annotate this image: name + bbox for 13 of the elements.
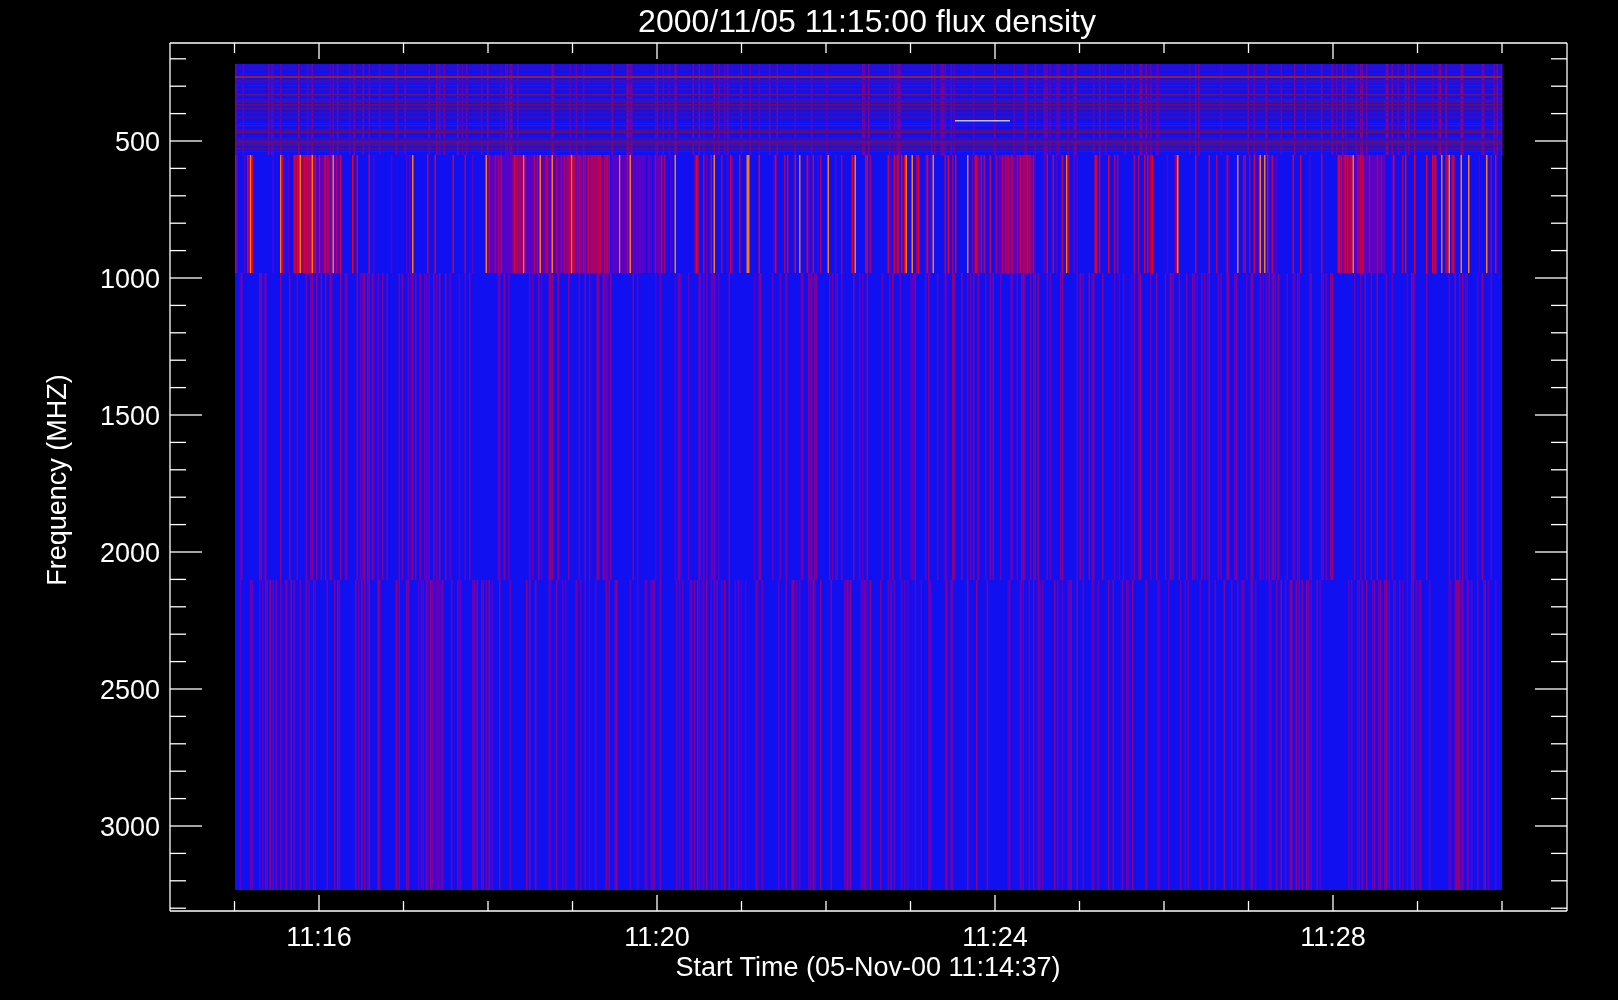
- axis-tick-label: 1500: [99, 401, 160, 431]
- axis-tick-label: 1000: [99, 264, 160, 294]
- axis-title: Start Time (05-Nov-00 11:14:37): [675, 952, 1061, 982]
- axis-tick-label: 11:24: [962, 922, 1028, 952]
- axis-title: Frequency (MHZ): [42, 374, 72, 586]
- axis-tick-label: 11:28: [1300, 922, 1366, 952]
- axis-tick-label: 2000: [99, 538, 160, 568]
- axis-tick-label: 2500: [99, 675, 160, 705]
- axis-tick-label: 3000: [99, 812, 160, 842]
- axis-tick-label: 11:16: [286, 922, 352, 952]
- axis-tick-label: 500: [114, 127, 160, 157]
- plot-title: 2000/11/05 11:15:00 flux density: [638, 3, 1096, 39]
- axis-tick-label: 11:20: [624, 922, 690, 952]
